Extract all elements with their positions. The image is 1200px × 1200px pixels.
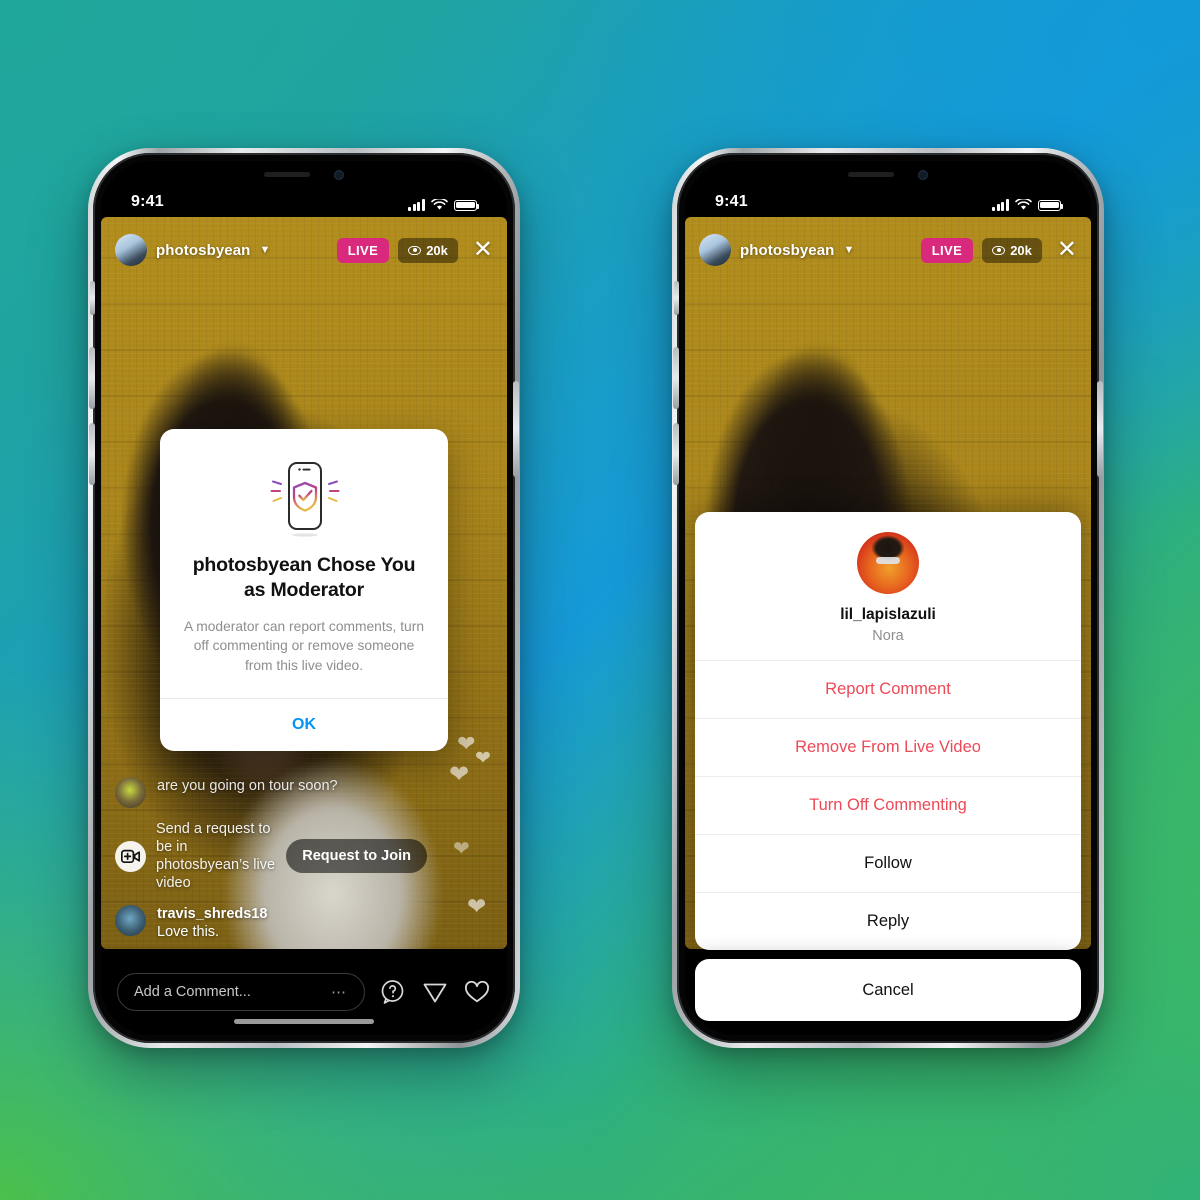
mute-switch[interactable] bbox=[90, 281, 95, 315]
moderator-dialog: photosbyean Chose You as Moderator A mod… bbox=[160, 429, 448, 751]
sheet-option-follow[interactable]: Follow bbox=[695, 834, 1081, 892]
phone-left: 9:41 photosbyean ▼ LIVE 20k ✕ ❤ ❤ ❤ ❤ ❤ … bbox=[88, 148, 520, 1048]
phone-right-body: 9:41 photosbyean ▼ LIVE 20k ✕ lil_lapisl… bbox=[673, 153, 1103, 1043]
dialog-body: A moderator can report comments, turn of… bbox=[183, 618, 425, 674]
sheet-option-report-comment[interactable]: Report Comment bbox=[695, 660, 1081, 718]
action-sheet-card: lil_lapislazuli Nora Report Comment Remo… bbox=[695, 512, 1081, 950]
volume-up-button[interactable] bbox=[89, 347, 95, 409]
cancel-button[interactable]: Cancel bbox=[695, 959, 1081, 1021]
phone-right: 9:41 photosbyean ▼ LIVE 20k ✕ lil_lapisl… bbox=[672, 148, 1104, 1048]
mute-switch[interactable] bbox=[674, 281, 679, 315]
sheet-option-turn-off-commenting[interactable]: Turn Off Commenting bbox=[695, 776, 1081, 834]
sheet-display-name: Nora bbox=[872, 628, 904, 644]
volume-down-button[interactable] bbox=[89, 423, 95, 485]
sheet-option-remove-from-live-video[interactable]: Remove From Live Video bbox=[695, 718, 1081, 776]
phone-shield-check-icon bbox=[182, 457, 426, 543]
phone-right-screen: 9:41 photosbyean ▼ LIVE 20k ✕ lil_lapisl… bbox=[685, 161, 1091, 1035]
avatar bbox=[857, 532, 919, 594]
dialog-title: photosbyean Chose You as Moderator bbox=[192, 554, 416, 601]
volume-up-button[interactable] bbox=[673, 347, 679, 409]
power-button[interactable] bbox=[513, 381, 519, 477]
sheet-username: lil_lapislazuli bbox=[840, 606, 936, 623]
action-sheet: lil_lapislazuli Nora Report Comment Remo… bbox=[695, 512, 1081, 1021]
phone-left-body: 9:41 photosbyean ▼ LIVE 20k ✕ ❤ ❤ ❤ ❤ ❤ … bbox=[89, 153, 519, 1043]
dialog-ok-button[interactable]: OK bbox=[160, 699, 448, 751]
action-sheet-header: lil_lapislazuli Nora bbox=[695, 512, 1081, 660]
sheet-option-reply[interactable]: Reply bbox=[695, 892, 1081, 950]
phone-left-screen: 9:41 photosbyean ▼ LIVE 20k ✕ ❤ ❤ ❤ ❤ ❤ … bbox=[101, 161, 507, 1035]
volume-down-button[interactable] bbox=[673, 423, 679, 485]
power-button[interactable] bbox=[1097, 381, 1103, 477]
